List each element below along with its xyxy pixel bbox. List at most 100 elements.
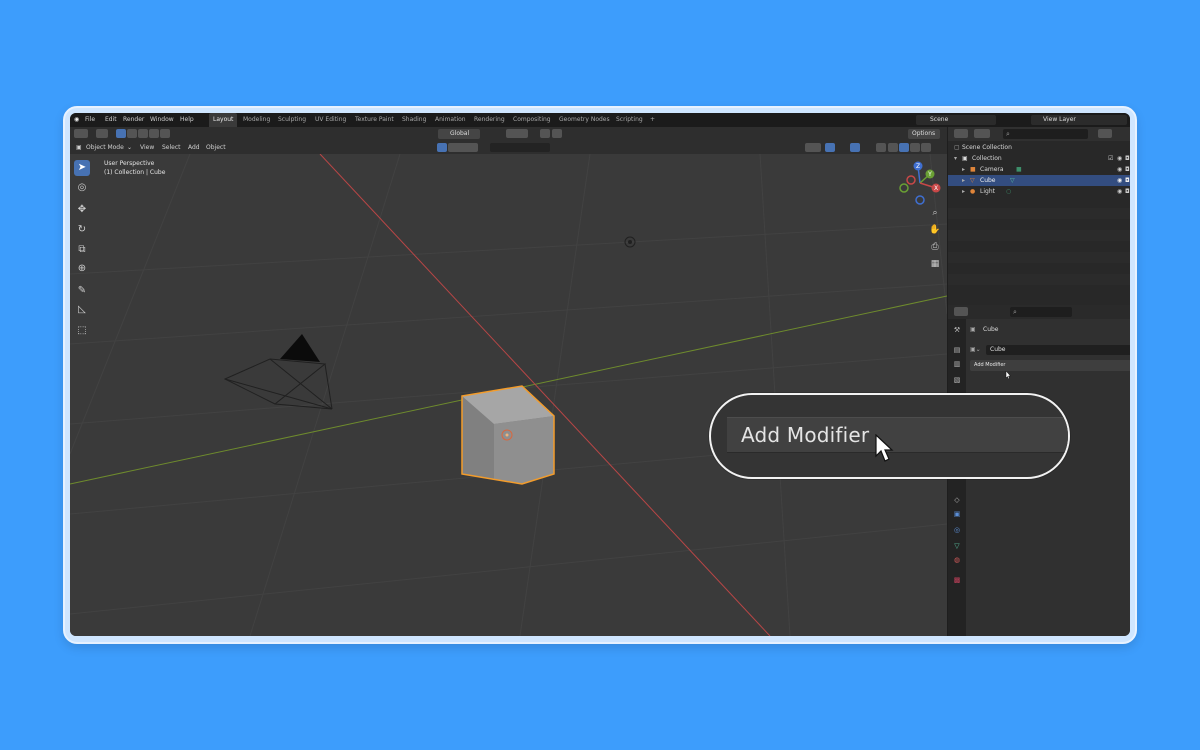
eye-icon[interactable]: ◉ xyxy=(1117,175,1122,186)
move-tool-icon[interactable]: ✥ xyxy=(74,202,90,218)
expand-arrow-icon[interactable]: ▸ xyxy=(962,186,965,197)
tab-texture-paint[interactable]: Texture Paint xyxy=(355,113,394,127)
select-mode-invert-button[interactable] xyxy=(149,129,159,138)
annotate-tool-icon[interactable]: ✎ xyxy=(74,283,90,299)
properties-editor-type-button[interactable] xyxy=(954,307,968,316)
transform-tool-icon[interactable]: ⊕ xyxy=(74,261,90,277)
tab-sculpting[interactable]: Sculpting xyxy=(278,113,306,127)
add-cube-tool-icon[interactable]: ⬚ xyxy=(74,323,90,339)
rotate-tool-icon[interactable]: ↻ xyxy=(74,222,90,238)
tab-layout[interactable]: Layout xyxy=(209,113,238,127)
pivot-point-button[interactable] xyxy=(506,129,528,138)
view-layer-selector[interactable]: View Layer xyxy=(1031,115,1127,125)
select-mode-new-button[interactable] xyxy=(116,129,126,138)
shading-wireframe-button[interactable] xyxy=(888,143,898,152)
physics-tab-icon[interactable]: ◎ xyxy=(952,525,962,535)
add-workspace-button[interactable]: + xyxy=(650,113,655,127)
scene-selector[interactable]: Scene xyxy=(916,115,996,125)
menu-add[interactable]: Add xyxy=(188,141,200,154)
shading-material-button[interactable] xyxy=(910,143,920,152)
tab-geometry-nodes[interactable]: Geometry Nodes xyxy=(559,113,610,127)
tab-uv-editing[interactable]: UV Editing xyxy=(315,113,346,127)
overlays-button[interactable] xyxy=(850,143,860,152)
camera-object[interactable] xyxy=(223,358,333,410)
tab-shading[interactable]: Shading xyxy=(402,113,426,127)
object-name-field[interactable]: Cube xyxy=(986,345,1130,355)
output-tab-icon[interactable]: ▥ xyxy=(952,359,962,369)
outliner-editor-type-button[interactable] xyxy=(954,129,968,138)
gizmo-negative-z[interactable] xyxy=(915,195,925,205)
display-mode-button[interactable] xyxy=(974,129,990,138)
object-tab-icon[interactable]: ▣ xyxy=(952,509,962,519)
menu-help[interactable]: Help xyxy=(180,113,194,127)
menu-edit[interactable]: Edit xyxy=(105,113,117,127)
filter-icon[interactable] xyxy=(1098,129,1112,138)
menu-view[interactable]: View xyxy=(140,141,154,154)
gizmo-negative-y[interactable] xyxy=(899,183,909,193)
menu-window[interactable]: Window xyxy=(150,113,174,127)
select-tool-button[interactable] xyxy=(96,129,108,138)
add-modifier-button[interactable]: Add Modifier xyxy=(970,360,1130,371)
expand-arrow-icon[interactable]: ▸ xyxy=(962,164,965,175)
data-tab-icon[interactable]: ▽ xyxy=(952,541,962,551)
measure-tool-icon[interactable]: ◺ xyxy=(74,302,90,318)
scale-tool-icon[interactable]: ⧉ xyxy=(74,242,90,258)
menu-object[interactable]: Object xyxy=(206,141,226,154)
camera-render-icon[interactable]: ◘ xyxy=(1125,164,1130,175)
proportional-edit-button[interactable] xyxy=(552,129,562,138)
camera-render-icon[interactable]: ◘ xyxy=(1125,153,1130,164)
select-box-tool-icon[interactable]: ➤ xyxy=(74,160,90,176)
tab-modeling[interactable]: Modeling xyxy=(243,113,270,127)
navigation-gizmo[interactable]: Z Y X xyxy=(896,160,944,206)
texture-tab-icon[interactable]: ▩ xyxy=(952,575,962,585)
view-layer-tab-icon[interactable]: ▧ xyxy=(952,375,962,385)
select-mode-intersect-button[interactable] xyxy=(160,129,170,138)
options-dropdown[interactable]: Options xyxy=(908,129,940,139)
add-modifier-button-zoomed[interactable]: Add Modifier xyxy=(727,417,1068,453)
viewport-search-field[interactable] xyxy=(490,143,550,152)
scene-tab-icon[interactable]: ◇ xyxy=(952,495,962,505)
zoom-icon[interactable]: ⌕ xyxy=(928,206,942,220)
material-tab-icon[interactable]: ◍ xyxy=(952,555,962,565)
menu-render[interactable]: Render xyxy=(123,113,144,127)
blender-logo-icon[interactable]: ◉ xyxy=(74,113,79,127)
pan-hand-icon[interactable]: ✋ xyxy=(928,223,942,237)
tool-tab-icon[interactable]: ⚒ xyxy=(952,325,962,335)
object-mode-dropdown[interactable]: Object Mode xyxy=(86,141,124,154)
xray-button[interactable] xyxy=(876,143,886,152)
view-object-types-button[interactable] xyxy=(805,143,821,152)
shading-solid-button[interactable] xyxy=(899,143,909,152)
outliner-row-collection[interactable]: ▾ ▣ Collection ☑ ◉ ◘ xyxy=(948,153,1130,164)
cube-object[interactable] xyxy=(461,385,555,485)
outliner-row-scene-collection[interactable]: ▢ Scene Collection xyxy=(948,142,1130,153)
render-tab-icon[interactable]: ▤ xyxy=(952,345,962,355)
properties-search-input[interactable]: ⌕ xyxy=(1010,307,1072,317)
eye-icon[interactable]: ◉ xyxy=(1117,153,1122,164)
ortho-grid-icon[interactable]: ▦ xyxy=(928,257,942,271)
outliner-row-light[interactable]: ▸ ● Light ○ ◉ ◘ xyxy=(948,186,1130,197)
camera-view-icon[interactable]: ⎙ xyxy=(928,240,942,254)
editor-type-button[interactable] xyxy=(74,129,88,138)
outliner-row-cube[interactable]: ▸ ▽ Cube ▽ ◉ ◘ xyxy=(948,175,1130,186)
eye-icon[interactable]: ◉ xyxy=(1117,164,1122,175)
gizmo-toggle-group[interactable] xyxy=(448,143,478,152)
disclosure-triangle-icon[interactable]: ▾ xyxy=(954,153,957,164)
outliner-search-input[interactable]: ⌕ xyxy=(1003,129,1088,139)
menu-select[interactable]: Select xyxy=(162,141,181,154)
checkbox-icon[interactable]: ☑ xyxy=(1108,153,1113,164)
camera-render-icon[interactable]: ◘ xyxy=(1125,186,1130,197)
tab-compositing[interactable]: Compositing xyxy=(513,113,551,127)
expand-arrow-icon[interactable]: ▸ xyxy=(962,175,965,186)
select-mode-subtract-button[interactable] xyxy=(138,129,148,138)
eye-icon[interactable]: ◉ xyxy=(1117,186,1122,197)
select-mode-extend-button[interactable] xyxy=(127,129,137,138)
menu-file[interactable]: File xyxy=(85,113,95,127)
outliner-row-camera[interactable]: ▸ ■ Camera ■ ◉ ◘ xyxy=(948,164,1130,175)
gizmo-negative-x[interactable] xyxy=(906,175,916,185)
tab-animation[interactable]: Animation xyxy=(435,113,466,127)
snap-button[interactable] xyxy=(540,129,550,138)
tab-rendering[interactable]: Rendering xyxy=(474,113,505,127)
tab-scripting[interactable]: Scripting xyxy=(616,113,643,127)
gizmos-button[interactable] xyxy=(825,143,835,152)
visibility-filter-button[interactable] xyxy=(437,143,447,152)
